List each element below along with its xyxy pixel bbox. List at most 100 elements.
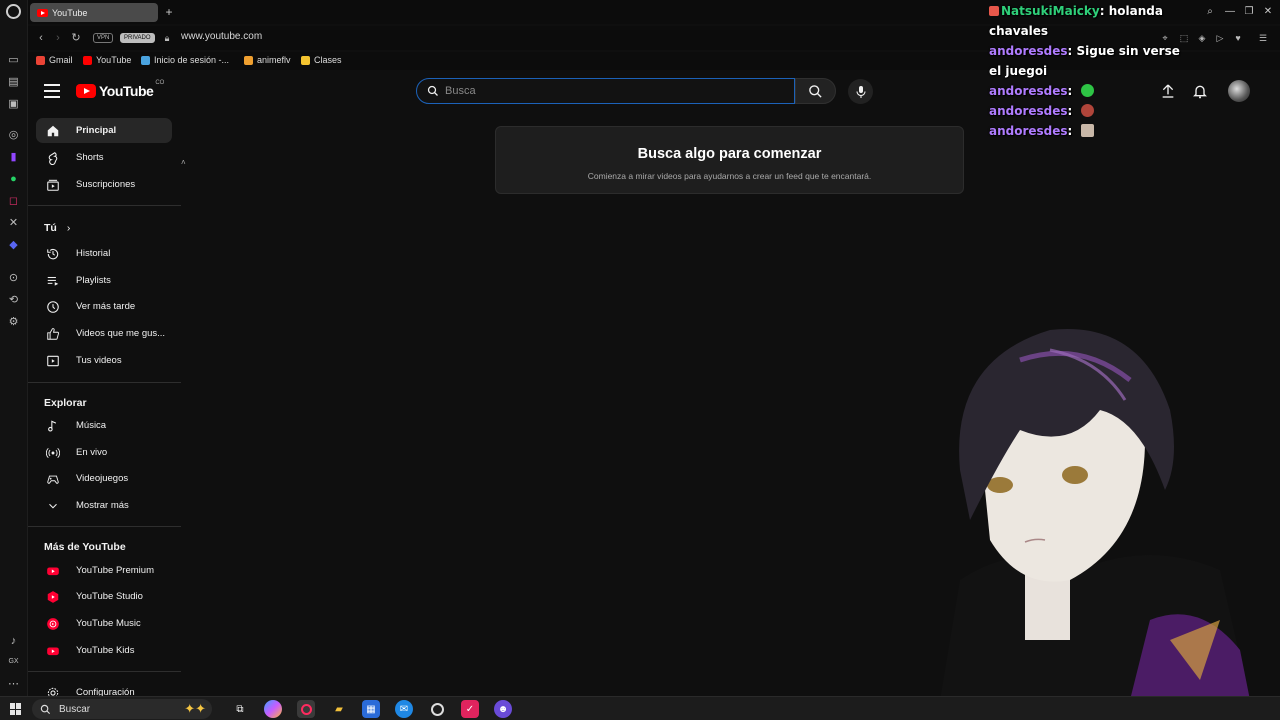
media-icon[interactable]: ▣ xyxy=(6,96,21,111)
browser-side-rail: ▭ ▤ ▣ ◎ ▮ ● ◻ ✕ ◆ ⊙ ⟲ ⚙ ♪ GX ⋯ xyxy=(0,0,28,696)
sidebar-item-youtube-kids[interactable]: YouTube Kids xyxy=(36,638,172,663)
bookmark-label: YouTube xyxy=(96,55,132,65)
sidebar-item-tus-videos[interactable]: Tus videos xyxy=(36,348,172,373)
sidebar-item-configuracion[interactable]: Configuración xyxy=(36,680,172,696)
sidebar-item-musica[interactable]: Música xyxy=(36,413,172,438)
play-icon[interactable]: ▷ xyxy=(1215,33,1225,43)
sidebar-item-principal[interactable]: Principal xyxy=(36,118,172,143)
emote-icon xyxy=(1080,104,1094,117)
close-button[interactable]: ✕ xyxy=(1262,6,1274,18)
x-icon[interactable]: ✕ xyxy=(6,215,21,230)
sidebar-item-playlists[interactable]: Playlists xyxy=(36,268,172,293)
vpn-badge[interactable]: VPN xyxy=(93,33,114,43)
maximize-button[interactable]: ❐ xyxy=(1243,6,1255,18)
vtuber-app-icon[interactable]: ☻ xyxy=(494,700,512,718)
sidebar-item-en-vivo[interactable]: En vivo xyxy=(36,440,172,465)
minimize-button[interactable]: — xyxy=(1224,6,1236,18)
sidebar-item-label: Videos que me gus... xyxy=(76,328,166,339)
discord-icon[interactable]: ◆ xyxy=(6,237,21,252)
new-tab-button[interactable]: + xyxy=(162,5,176,19)
youtube-logo[interactable]: YouTube CO xyxy=(76,80,165,99)
back-button[interactable]: ‹ xyxy=(34,31,48,45)
opera-logo-icon[interactable] xyxy=(6,4,21,19)
you-heading-text: Tú xyxy=(44,222,57,234)
sidebar-item-mostrar-mas[interactable]: Mostrar más xyxy=(36,493,172,518)
shield-icon[interactable]: ◈ xyxy=(1197,33,1207,43)
url-field[interactable]: www.youtube.com xyxy=(181,31,262,42)
copilot-icon[interactable] xyxy=(264,700,282,718)
sidebar-item-historial[interactable]: Historial xyxy=(36,241,172,266)
task-view-icon[interactable]: ⧉ xyxy=(231,700,249,718)
search-button[interactable] xyxy=(795,78,836,104)
gamepad-icon xyxy=(45,471,60,486)
notes-icon[interactable]: ▤ xyxy=(6,74,21,89)
country-code: CO xyxy=(155,80,165,86)
bookmark-login[interactable]: Inicio de sesión -... xyxy=(141,55,229,65)
taskbar-search[interactable]: Buscar ✦✦ xyxy=(32,699,212,719)
gx-label[interactable]: GX xyxy=(6,654,21,669)
more-from-youtube-heading: Más de YouTube xyxy=(44,541,126,553)
youtube-play-icon xyxy=(76,84,96,98)
mail-icon[interactable]: ✉ xyxy=(395,700,413,718)
search-box[interactable] xyxy=(416,78,795,104)
microsoft-store-icon[interactable]: ▦ xyxy=(362,700,380,718)
sidebar-item-videojuegos[interactable]: Videojuegos xyxy=(36,466,172,491)
card-subtitle: Comienza a mirar videos para ayudarnos a… xyxy=(587,171,872,181)
news-icon[interactable]: ▭ xyxy=(6,52,21,67)
sidebar-item-youtube-music[interactable]: YouTube Music xyxy=(36,611,172,636)
youtube-studio-icon xyxy=(45,589,60,604)
windows-start-icon[interactable] xyxy=(10,703,22,715)
twitch-icon[interactable]: ▮ xyxy=(6,149,21,164)
bookmark-animeflv[interactable]: animeflv xyxy=(244,55,291,65)
card-title: Busca algo para comenzar xyxy=(637,146,822,162)
sidebar-item-shorts[interactable]: Shorts xyxy=(36,145,172,170)
account-avatar[interactable] xyxy=(1228,80,1250,102)
heart-icon[interactable]: ♥ xyxy=(1233,33,1243,43)
sidebar-item-youtube-premium[interactable]: YouTube Premium xyxy=(36,558,172,583)
youtube-icon xyxy=(83,55,92,65)
sidebar-item-suscripciones[interactable]: Suscripciones xyxy=(36,172,172,197)
chat-username: andoresdes xyxy=(989,124,1068,138)
opera-gx-taskbar-icon[interactable] xyxy=(297,700,315,718)
search-tabs-icon[interactable]: ⌕ xyxy=(1204,6,1216,18)
settings-rail-icon[interactable]: ⚙ xyxy=(6,314,21,329)
clock-icon xyxy=(45,299,60,314)
bookmark-youtube[interactable]: YouTube xyxy=(83,55,131,65)
thumbs-up-icon xyxy=(45,326,60,341)
hamburger-menu-icon[interactable] xyxy=(44,84,60,98)
reload-button[interactable]: ↻ xyxy=(69,31,83,45)
lock-icon[interactable]: 🔒︎ xyxy=(160,31,174,45)
instagram-icon[interactable]: ◻ xyxy=(6,193,21,208)
bookmark-clases[interactable]: Clases xyxy=(301,55,342,65)
forward-button[interactable]: › xyxy=(51,31,65,45)
sidebar-item-youtube-studio[interactable]: YouTube Studio xyxy=(36,584,172,609)
history-rail-icon[interactable]: ⟲ xyxy=(6,292,21,307)
voice-search-button[interactable] xyxy=(848,79,873,104)
stream-chat-overlay: NatsukiMaicky: holanda chavales andoresd… xyxy=(989,1,1189,141)
bookmark-gmail[interactable]: Gmail xyxy=(36,55,73,65)
pocket-app-icon[interactable]: ✓ xyxy=(461,700,479,718)
obs-icon[interactable] xyxy=(428,700,446,718)
tiktok-icon[interactable]: ♪ xyxy=(6,633,21,648)
easy-setup-icon[interactable]: ☰ xyxy=(1258,33,1268,43)
player-icon[interactable]: ⊙ xyxy=(6,270,21,285)
chatgpt-icon[interactable]: ◎ xyxy=(6,127,21,142)
divider xyxy=(28,205,181,206)
youtube-music-icon xyxy=(45,616,60,631)
search-input[interactable] xyxy=(445,85,765,97)
sidebar-item-label: En vivo xyxy=(76,447,108,458)
sidebar-item-liked-videos[interactable]: Videos que me gus... xyxy=(36,321,172,346)
tab-youtube[interactable]: YouTube xyxy=(30,3,158,22)
sidebar-item-ver-mas-tarde[interactable]: Ver más tarde xyxy=(36,294,172,319)
your-videos-icon xyxy=(45,353,60,368)
whatsapp-icon[interactable]: ● xyxy=(6,171,21,186)
windows-taskbar: Buscar ✦✦ ⧉ ▰ ▦ ✉ ✓ ☻ xyxy=(0,696,1280,720)
notifications-bell-icon[interactable] xyxy=(1192,83,1208,99)
you-heading[interactable]: Tú › xyxy=(44,222,70,234)
shorts-icon xyxy=(45,150,60,165)
scroll-up-icon[interactable]: ˄ xyxy=(181,158,186,167)
tab-title: YouTube xyxy=(52,7,88,18)
more-rail-icon[interactable]: ⋯ xyxy=(6,676,21,691)
file-explorer-icon[interactable]: ▰ xyxy=(330,700,348,718)
subscriber-badge-icon xyxy=(989,6,999,16)
